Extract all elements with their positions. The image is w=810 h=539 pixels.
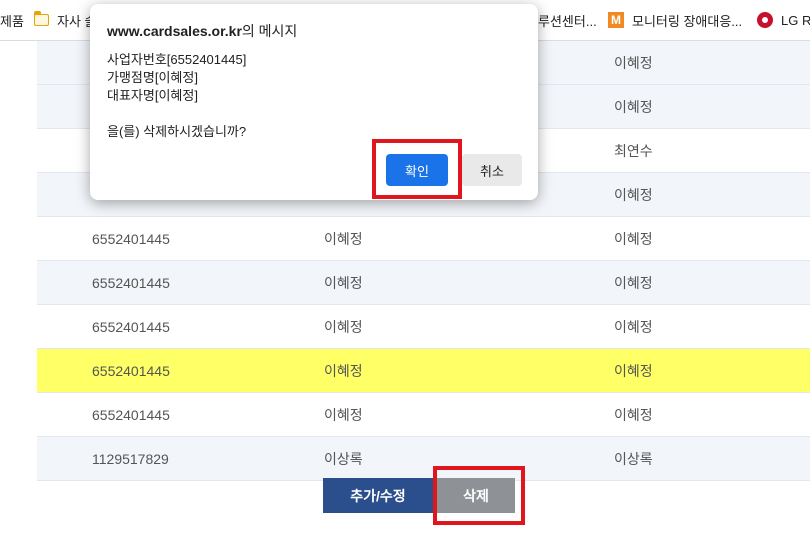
bookmark-monitoring[interactable]: M 모니터링 장애대응... bbox=[608, 11, 742, 29]
table-row[interactable]: 6552401445 이혜정 이혜정 bbox=[37, 261, 810, 305]
dialog-origin: www.cardsales.or.kr bbox=[107, 23, 242, 39]
store-name-cell: 이혜정 bbox=[324, 230, 363, 247]
store-name-cell: 이혜정 bbox=[324, 274, 363, 291]
representative-cell: 이혜정 bbox=[614, 54, 653, 71]
business-number-cell: 6552401445 bbox=[92, 362, 170, 379]
dialog-title-suffix: 의 메시지 bbox=[241, 23, 298, 39]
store-name-cell: 이상록 bbox=[324, 450, 363, 467]
representative-cell: 이혜정 bbox=[614, 362, 653, 379]
delete-button-highlight bbox=[433, 466, 525, 525]
representative-cell: 이혜정 bbox=[614, 186, 653, 203]
representative-cell: 이혜정 bbox=[614, 274, 653, 291]
business-number-cell: 1129517829 bbox=[92, 450, 169, 467]
representative-cell: 이상록 bbox=[614, 450, 653, 467]
bookmark-lg[interactable]: LG Re bbox=[757, 11, 810, 29]
bookmark-item[interactable]: 제품 bbox=[0, 11, 24, 29]
representative-cell: 이혜정 bbox=[614, 98, 653, 115]
ok-button-highlight bbox=[372, 139, 462, 199]
folder-icon bbox=[33, 11, 49, 26]
business-number-cell: 6552401445 bbox=[92, 406, 170, 423]
dialog-line-representative: 대표자명[이혜정] bbox=[107, 88, 198, 103]
dialog-message: 사업자번호[6552401445] 가맹점명[이혜정] 대표자명[이혜정] 을(… bbox=[107, 51, 246, 141]
business-number-cell: 6552401445 bbox=[92, 318, 170, 335]
bookmark-item[interactable]: 루션센터... bbox=[538, 11, 597, 29]
confirm-dialog: www.cardsales.or.kr의 메시지 사업자번호[655240144… bbox=[90, 4, 538, 200]
bookmark-label: 제품 bbox=[0, 13, 24, 29]
bookmark-label: LG Re bbox=[781, 12, 810, 28]
bookmark-folder[interactable]: 자사 솔 bbox=[33, 11, 97, 29]
store-name-cell: 이혜정 bbox=[324, 318, 363, 335]
bookmark-label: 루션센터... bbox=[538, 13, 597, 29]
dialog-title: www.cardsales.or.kr의 메시지 bbox=[107, 21, 297, 41]
business-number-cell: 6552401445 bbox=[92, 230, 170, 247]
dialog-cancel-button[interactable]: 취소 bbox=[462, 154, 522, 186]
dialog-line-store-name: 가맹점명[이혜정] bbox=[107, 70, 198, 85]
lg-logo-icon bbox=[757, 12, 773, 28]
selected-table-row[interactable]: 6552401445 이혜정 이혜정 bbox=[37, 349, 810, 393]
table-row[interactable]: 1129517829 이상록 이상록 bbox=[37, 437, 810, 481]
table-row[interactable]: 6552401445 이혜정 이혜정 bbox=[37, 393, 810, 437]
dialog-line-business-number: 사업자번호[6552401445] bbox=[107, 52, 247, 67]
dialog-question: 을(를) 삭제하시겠습니까? bbox=[107, 124, 247, 139]
add-edit-button[interactable]: 추가/수정 bbox=[323, 478, 433, 513]
representative-cell: 이혜정 bbox=[614, 318, 653, 335]
table-row[interactable]: 6552401445 이혜정 이혜정 bbox=[37, 305, 810, 349]
store-name-cell: 이혜정 bbox=[324, 362, 363, 379]
representative-cell: 이혜정 bbox=[614, 406, 653, 423]
representative-cell: 최연수 bbox=[614, 142, 653, 159]
representative-cell: 이혜정 bbox=[614, 230, 653, 247]
bookmark-label: 모니터링 장애대응... bbox=[632, 13, 743, 29]
store-name-cell: 이혜정 bbox=[324, 406, 363, 423]
m-logo-icon: M bbox=[608, 12, 624, 28]
business-number-cell: 6552401445 bbox=[92, 274, 170, 291]
table-row[interactable]: 6552401445 이혜정 이혜정 bbox=[37, 217, 810, 261]
